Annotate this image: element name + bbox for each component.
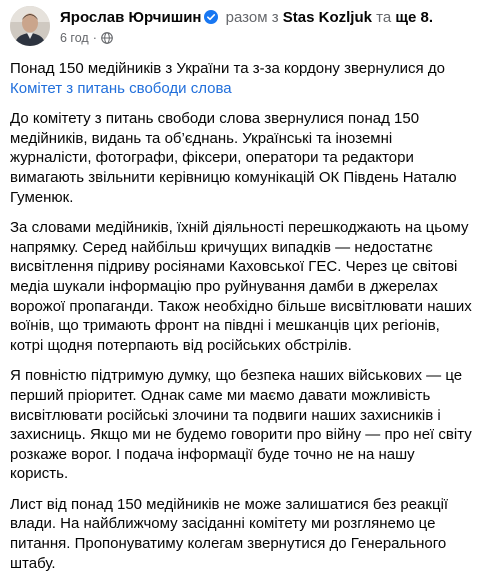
avatar-image: [10, 6, 50, 46]
paragraph-4: Лист від понад 150 медійників не може за…: [10, 495, 449, 572]
author-line: Ярослав Юрчишин разом з Stas Kozljuk та …: [60, 9, 433, 27]
author-name[interactable]: Ярослав Юрчишин: [60, 9, 201, 26]
author-avatar[interactable]: [10, 6, 50, 46]
facebook-post: Ярослав Юрчишин разом з Stas Kozljuk та …: [0, 0, 481, 572]
post-header: Ярослав Юрчишин разом з Stas Kozljuk та …: [10, 6, 475, 46]
tagged-person-link[interactable]: Stas Kozljuk: [283, 9, 372, 26]
paragraph-2: За словами медійників, їхній діяльності …: [10, 219, 472, 354]
post-timestamp[interactable]: 6 год: [60, 31, 89, 45]
post-meta: 6 год ·: [60, 30, 113, 46]
post-body: Понад 150 медійників з України та з-за к…: [10, 59, 472, 584]
lead-paragraph: Понад 150 медійників з України та з-за к…: [10, 59, 472, 98]
paragraph-3: Я повністю підтримую думку, що безпека н…: [10, 367, 472, 483]
with-text: разом з: [225, 9, 279, 26]
committee-link[interactable]: Комітет з питань свободи слова: [10, 80, 232, 97]
lead-text: Понад 150 медійників з України та з-за к…: [10, 60, 445, 77]
and-text: та: [376, 9, 392, 26]
verified-badge-icon: [204, 10, 219, 24]
paragraph-1: До комітету з питань свободи слова зверн…: [10, 110, 457, 206]
globe-icon[interactable]: [101, 32, 113, 44]
others-link[interactable]: ще 8.: [395, 9, 433, 26]
meta-separator: ·: [92, 31, 97, 45]
